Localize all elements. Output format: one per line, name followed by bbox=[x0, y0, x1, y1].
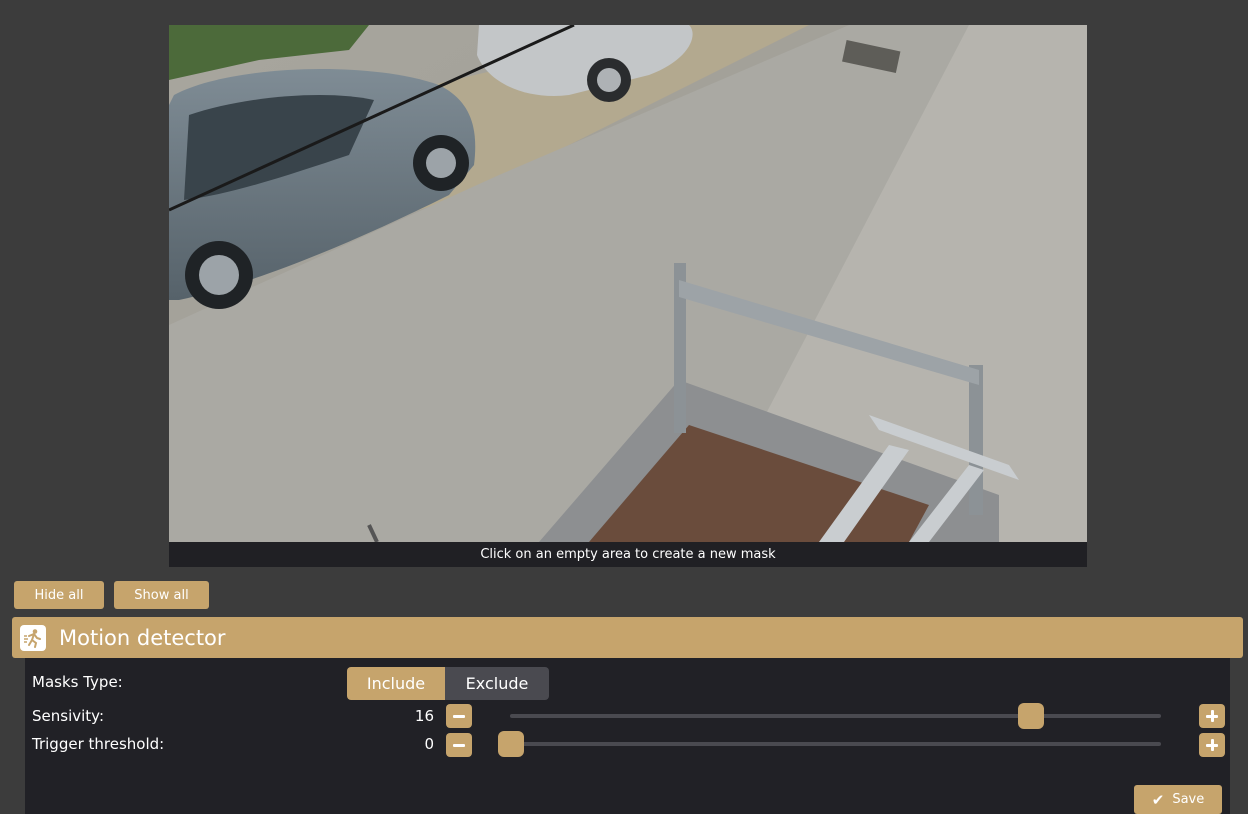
sensitivity-slider-thumb[interactable] bbox=[1017, 703, 1044, 729]
sensitivity-label: Sensivity: bbox=[32, 707, 105, 725]
trigger-threshold-value: 0 bbox=[424, 735, 434, 753]
motion-detector-header[interactable]: Motion detector bbox=[12, 617, 1243, 658]
minus-icon bbox=[453, 714, 465, 718]
save-button[interactable]: ✔ Save bbox=[1134, 785, 1222, 814]
masks-type-exclude-button[interactable]: Exclude bbox=[445, 667, 549, 700]
settings-panel bbox=[25, 658, 1230, 814]
mask-hint: Click on an empty area to create a new m… bbox=[169, 542, 1087, 567]
show-all-button[interactable]: Show all bbox=[114, 581, 209, 609]
masks-type-label: Masks Type: bbox=[32, 673, 123, 691]
sensitivity-increase-button[interactable] bbox=[1199, 704, 1225, 728]
sensitivity-decrease-button[interactable] bbox=[446, 704, 472, 728]
plus-icon bbox=[1206, 710, 1218, 722]
trigger-threshold-increase-button[interactable] bbox=[1199, 733, 1225, 757]
camera-preview[interactable] bbox=[169, 25, 1087, 542]
save-label: Save bbox=[1172, 792, 1205, 807]
trigger-threshold-label: Trigger threshold: bbox=[32, 735, 165, 753]
minus-icon bbox=[453, 743, 465, 747]
sensitivity-value: 16 bbox=[414, 707, 434, 725]
running-person-icon bbox=[20, 624, 46, 651]
hide-all-button[interactable]: Hide all bbox=[14, 581, 104, 609]
check-icon: ✔ bbox=[1151, 790, 1165, 809]
section-title: Motion detector bbox=[59, 625, 226, 650]
trigger-threshold-decrease-button[interactable] bbox=[446, 733, 472, 757]
camera-scene bbox=[169, 25, 1087, 542]
plus-icon bbox=[1206, 739, 1218, 751]
trigger-threshold-slider-track[interactable] bbox=[510, 742, 1161, 746]
trigger-threshold-slider-thumb[interactable] bbox=[498, 731, 524, 757]
sensitivity-slider-track[interactable] bbox=[510, 714, 1161, 718]
masks-type-include-button[interactable]: Include bbox=[347, 667, 445, 700]
